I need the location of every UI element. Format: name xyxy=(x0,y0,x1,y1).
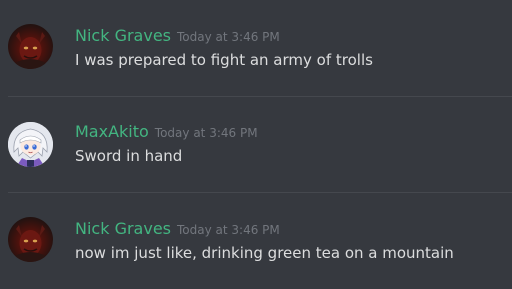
timestamp: Today at 3:46 PM xyxy=(177,223,280,237)
timestamp: Today at 3:46 PM xyxy=(154,126,258,140)
message-header: Nick Graves Today at 3:46 PM xyxy=(75,26,280,45)
anime-girl-avatar-icon xyxy=(8,122,53,167)
message-text: Sword in hand xyxy=(75,147,183,165)
username[interactable]: Nick Graves xyxy=(75,26,171,45)
chat-message: Nick Graves Today at 3:46 PM I was prepar… xyxy=(0,0,512,97)
message-header: Nick Graves Today at 3:46 PM xyxy=(75,219,280,238)
username[interactable]: Nick Graves xyxy=(75,219,171,238)
demon-avatar-icon xyxy=(13,32,48,69)
user-avatar[interactable] xyxy=(8,217,53,262)
chat-message: MaxAkito Today at 3:46 PM Sword in hand xyxy=(0,97,512,193)
demon-avatar-icon xyxy=(13,225,48,262)
user-avatar[interactable] xyxy=(8,122,53,167)
chat-message: Nick Graves Today at 3:46 PM now im just … xyxy=(0,193,512,289)
message-text: now im just like, drinking green tea on … xyxy=(75,244,454,262)
user-avatar[interactable] xyxy=(8,24,53,69)
chat-message-list: Nick Graves Today at 3:46 PM I was prepar… xyxy=(0,0,512,289)
message-text: I was prepared to fight an army of troll… xyxy=(75,51,373,69)
username[interactable]: MaxAkito xyxy=(75,122,149,141)
timestamp: Today at 3:46 PM xyxy=(177,30,280,44)
message-header: MaxAkito Today at 3:46 PM xyxy=(75,122,258,141)
